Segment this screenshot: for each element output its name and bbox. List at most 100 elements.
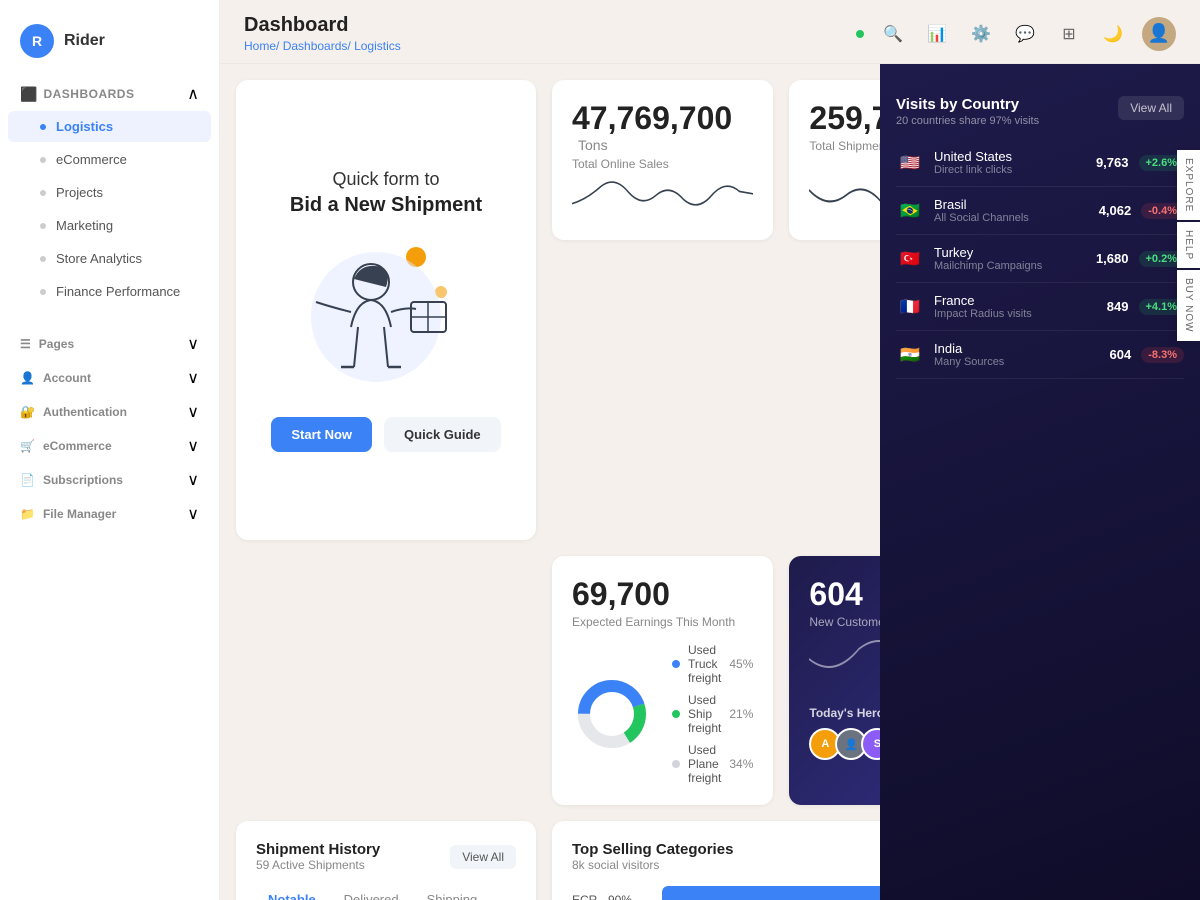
sidebar-item-marketing[interactable]: Marketing	[8, 210, 211, 241]
truck-dot	[672, 660, 680, 668]
total-sales-label: Total Online Sales	[572, 157, 753, 171]
earnings-value: 69,700	[572, 576, 753, 613]
country-visits: 604	[1110, 347, 1132, 362]
ship-dot	[672, 710, 680, 718]
total-shipments-card: 259,786 Total Shipments	[789, 80, 880, 240]
authentication-section[interactable]: 🔐 Authentication ∨	[0, 392, 219, 426]
earnings-label: Expected Earnings This Month	[572, 615, 753, 629]
country-source: Impact Radius visits	[934, 308, 1032, 320]
dot	[40, 157, 46, 163]
total-sales-value: 47,769,700	[572, 100, 732, 136]
total-sales-unit: Tons	[578, 137, 608, 153]
avatar[interactable]: 👤	[1142, 17, 1176, 51]
subscriptions-chevron-icon: ∨	[187, 470, 199, 490]
account-section[interactable]: 👤 Account ∨	[0, 358, 219, 392]
header: Dashboard Home/ Dashboards/ Logistics 🔍 …	[220, 0, 1200, 64]
customers-value: 604	[809, 576, 880, 613]
visits-header-area: Visits by Country 20 countries share 97%…	[896, 80, 1184, 139]
sales-sparkline	[572, 171, 753, 220]
settings-icon[interactable]: ⚙️	[966, 19, 996, 49]
search-icon[interactable]: 🔍	[878, 19, 908, 49]
heroes-avatars: A 👤 S P 👤 +2	[809, 728, 880, 760]
bar-track: 15,000	[662, 886, 880, 900]
filemanager-section[interactable]: 📁 File Manager ∨	[0, 494, 219, 528]
sidebar-item-ecommerce[interactable]: eCommerce	[8, 144, 211, 175]
chat-icon[interactable]: 💬	[1010, 19, 1040, 49]
sidebar-item-finance-performance[interactable]: Finance Performance	[8, 276, 211, 307]
filemanager-icon: 📁	[20, 507, 35, 521]
theme-icon[interactable]: 🌙	[1098, 19, 1128, 49]
dot	[40, 256, 46, 262]
filemanager-chevron-icon: ∨	[187, 504, 199, 524]
visits-panel: Visits by Country 20 countries share 97%…	[880, 64, 1200, 900]
ecommerce-icon: 🛒	[20, 439, 35, 453]
customers-sparkline	[809, 629, 880, 689]
country-name: United States	[934, 149, 1012, 164]
logo-icon: R	[20, 24, 54, 58]
country-visits: 4,062	[1099, 203, 1132, 218]
plane-pct: 34%	[729, 757, 753, 771]
shipment-view-all-button[interactable]: View All	[450, 845, 516, 869]
truck-legend: Used Truck freight 45%	[672, 643, 753, 685]
chart-icon[interactable]: 📊	[922, 19, 952, 49]
hero-buttons: Start Now Quick Guide	[271, 417, 500, 452]
account-label: Account	[43, 371, 91, 385]
dashboards-chevron-icon: ∧	[187, 84, 199, 104]
sidebar-item-projects[interactable]: Projects	[8, 177, 211, 208]
quick-guide-button[interactable]: Quick Guide	[384, 417, 501, 452]
bar-label: ECR - 90%	[572, 893, 652, 900]
account-chevron-icon: ∨	[187, 368, 199, 388]
side-buttons: Explore Help Buy now	[1177, 150, 1200, 341]
shipment-tabs: Notable Delivered Shipping	[256, 886, 516, 900]
country-flag: 🇺🇸	[896, 153, 924, 173]
truck-pct: 45%	[729, 657, 753, 671]
dashboards-icon: ⬛	[20, 86, 37, 103]
start-now-button[interactable]: Start Now	[271, 417, 372, 452]
tab-shipping[interactable]: Shipping	[415, 886, 490, 900]
pages-icon: ☰	[20, 337, 31, 351]
tab-notable[interactable]: Notable	[256, 886, 328, 900]
sidebar-item-store-analytics[interactable]: Store Analytics	[8, 243, 211, 274]
grid-icon[interactable]: ⊞	[1054, 19, 1084, 49]
subscriptions-section[interactable]: 📄 Subscriptions ∨	[0, 460, 219, 494]
list-item: ECR - 90% 15,000	[572, 886, 880, 900]
list-item: 🇹🇷 Turkey Mailchimp Campaigns 1,680 +0.2…	[896, 235, 1184, 283]
auth-label: Authentication	[43, 405, 127, 419]
explore-button[interactable]: Explore	[1177, 150, 1200, 220]
hero-line2: Bid a New Shipment	[290, 194, 482, 217]
buy-now-button[interactable]: Buy now	[1177, 270, 1200, 341]
list-item: 🇧🇷 Brasil All Social Channels 4,062 -0.4…	[896, 187, 1184, 235]
sidebar-item-label: Finance Performance	[56, 284, 180, 299]
country-name: Turkey	[934, 245, 1042, 260]
pages-section[interactable]: ☰ Pages ∨	[0, 324, 219, 358]
logo[interactable]: R Rider	[0, 16, 219, 78]
country-source: Many Sources	[934, 356, 1004, 368]
country-flag: 🇫🇷	[896, 297, 924, 317]
help-button[interactable]: Help	[1177, 222, 1200, 268]
visits-view-all-button[interactable]: View All	[1118, 96, 1184, 120]
pages-chevron-icon: ∨	[187, 334, 199, 354]
categories-card: Top Selling Categories 8k social visitor…	[552, 821, 880, 900]
hero-line1: Quick form to	[332, 169, 439, 190]
heroes-label: Today's Heroes	[809, 706, 880, 720]
content-area: Quick form to Bid a New Shipment	[220, 64, 1200, 900]
country-visits: 9,763	[1096, 155, 1129, 170]
sidebar: R Rider ⬛ Dashboards ∧ Logistics eCommer…	[0, 0, 220, 900]
sidebar-item-logistics[interactable]: Logistics	[8, 111, 211, 142]
dot	[40, 223, 46, 229]
sidebar-ecommerce-section[interactable]: 🛒 eCommerce ∨	[0, 426, 219, 460]
header-actions: 🔍 📊 ⚙️ 💬 ⊞ 🌙 👤	[856, 17, 1176, 51]
sidebar-item-label: Store Analytics	[56, 251, 142, 266]
plane-dot	[672, 760, 680, 768]
country-name: India	[934, 341, 1004, 356]
sidebar-item-label: Logistics	[56, 119, 113, 134]
page-title: Dashboard	[244, 14, 401, 37]
donut-chart	[572, 674, 652, 754]
country-name: Brasil	[934, 197, 1029, 212]
dashboards-section[interactable]: ⬛ Dashboards ∧	[0, 78, 219, 110]
country-source: All Social Channels	[934, 212, 1029, 224]
tab-delivered[interactable]: Delivered	[332, 886, 411, 900]
shipment-title: Shipment History	[256, 841, 380, 858]
ecommerce-chevron-icon: ∨	[187, 436, 199, 456]
countries-list: 🇺🇸 United States Direct link clicks 9,76…	[896, 139, 1184, 379]
